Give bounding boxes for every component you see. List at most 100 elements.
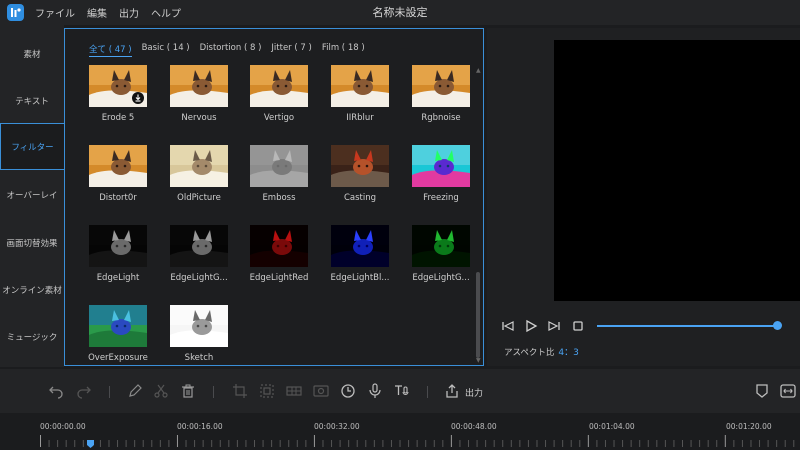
filter-thumbnail[interactable] — [331, 145, 389, 187]
title-bar: ファイル 編集 出力 ヘルプ 名称未設定 — [0, 0, 800, 25]
filter-name: EdgeLightRed — [249, 273, 309, 283]
export-button[interactable]: 出力 — [465, 386, 483, 399]
prev-frame-icon[interactable] — [501, 318, 515, 332]
playback-progress-knob[interactable] — [773, 321, 782, 330]
filter-thumbnail[interactable] — [412, 65, 470, 107]
filter-thumbnail[interactable] — [170, 305, 228, 347]
cut-icon[interactable] — [153, 383, 169, 399]
filter-thumbnail[interactable] — [331, 225, 389, 267]
sidebar-item-music[interactable]: ミュージック — [0, 313, 64, 360]
microphone-icon[interactable] — [367, 383, 383, 399]
aspect-ratio-label: アスペクト比 — [504, 348, 555, 358]
filter-item[interactable]: EdgeLightRed — [250, 225, 314, 285]
filter-name: Erode 5 — [101, 113, 135, 123]
filter-name: OldPicture — [177, 193, 221, 203]
timeline[interactable]: 00:00:00.00 00:00:16.00 00:00:32.00 00:0… — [0, 413, 800, 450]
menu-file[interactable]: ファイル — [35, 5, 75, 20]
sidebar-item-overlay[interactable]: オーバーレイ — [0, 171, 64, 218]
next-frame-icon[interactable] — [547, 318, 561, 332]
filter-thumbnail[interactable] — [250, 65, 308, 107]
tab-jitter[interactable]: Jitter ( 7 ) — [271, 43, 311, 57]
filter-item[interactable]: Vertigo — [250, 65, 314, 125]
filter-thumbnail[interactable] — [89, 225, 147, 267]
fit-timeline-icon[interactable] — [780, 383, 796, 399]
filter-item[interactable]: Rgbnoise — [412, 65, 476, 125]
edit-toolbar: 出力 — [0, 369, 800, 413]
edit-pencil-icon[interactable] — [127, 383, 143, 399]
delete-icon[interactable] — [180, 383, 196, 399]
mosaic-icon[interactable] — [286, 383, 302, 399]
sidebar-item-label: オーバーレイ — [6, 190, 58, 201]
scroll-down-icon[interactable]: ▼ — [476, 357, 481, 364]
tab-all[interactable]: 全て ( 47 ) — [89, 43, 132, 57]
filter-item[interactable]: EdgeLightBl... — [331, 225, 395, 285]
menu-export[interactable]: 出力 — [119, 5, 139, 20]
filter-thumbnail[interactable] — [170, 65, 228, 107]
filter-name: EdgeLight — [96, 273, 140, 283]
sidebar-item-online-media[interactable]: オンライン素材 — [0, 266, 64, 313]
filter-item[interactable]: Freezing — [412, 145, 476, 205]
filter-item[interactable]: OldPicture — [170, 145, 234, 205]
marker-icon[interactable] — [754, 383, 770, 399]
tab-film[interactable]: Film ( 18 ) — [322, 43, 365, 57]
sidebar-item-transitions[interactable]: 画面切替効果 — [0, 219, 64, 266]
filter-thumbnail[interactable] — [170, 145, 228, 187]
playhead[interactable] — [87, 433, 94, 448]
filter-name: Sketch — [184, 353, 214, 363]
text-to-speech-icon[interactable] — [394, 383, 410, 399]
filter-thumbnail[interactable] — [412, 145, 470, 187]
filter-item[interactable]: Casting — [331, 145, 395, 205]
filter-item[interactable]: IIRblur — [331, 65, 395, 125]
filter-item[interactable]: EdgeLightG... — [170, 225, 234, 285]
redo-icon[interactable] — [76, 383, 92, 399]
menu-edit[interactable]: 編集 — [87, 5, 107, 20]
playback-progress-bar[interactable] — [597, 325, 777, 327]
sidebar: 素材 テキスト フィルター オーバーレイ 画面切替効果 オンライン素材 ミュージ… — [0, 25, 64, 367]
filter-item[interactable]: Distort0r — [89, 145, 153, 205]
filter-item[interactable]: EdgeLightG... — [412, 225, 476, 285]
filter-thumbnail[interactable] — [89, 65, 147, 107]
resize-icon[interactable] — [259, 383, 275, 399]
filter-item[interactable]: Erode 5 — [89, 65, 153, 125]
freeze-frame-icon[interactable] — [313, 383, 329, 399]
scrollbar[interactable]: ▲ ▼ — [476, 67, 481, 364]
filter-name: Rgbnoise — [421, 113, 461, 123]
sidebar-item-text[interactable]: テキスト — [0, 77, 64, 124]
filter-item[interactable]: Sketch — [170, 305, 234, 365]
download-icon[interactable] — [132, 92, 144, 104]
sidebar-item-filter[interactable]: フィルター — [0, 123, 64, 170]
filter-tabs: 全て ( 47 ) Basic ( 14 ) Distortion ( 8 ) … — [89, 43, 365, 57]
filter-item[interactable]: OverExposure — [88, 305, 153, 365]
filter-thumbnail[interactable] — [250, 225, 308, 267]
filter-panel: 全て ( 47 ) Basic ( 14 ) Distortion ( 8 ) … — [64, 28, 484, 366]
sidebar-item-label: 画面切替効果 — [6, 238, 58, 249]
stop-icon[interactable] — [571, 318, 585, 332]
crop-icon[interactable] — [232, 383, 248, 399]
preview-pane: アスペクト比 4：3 — [487, 28, 800, 366]
export-icon[interactable] — [444, 383, 460, 399]
filter-item[interactable]: Nervous — [170, 65, 234, 125]
filter-item[interactable]: EdgeLight — [89, 225, 153, 285]
aspect-ratio[interactable]: アスペクト比 4：3 — [504, 345, 579, 358]
menu-help[interactable]: ヘルプ — [151, 5, 181, 20]
filter-thumbnail[interactable] — [89, 145, 147, 187]
timeline-ruler[interactable] — [40, 435, 800, 447]
filter-name: Freezing — [423, 193, 459, 203]
filter-thumbnail[interactable] — [250, 145, 308, 187]
speed-clock-icon[interactable] — [340, 383, 356, 399]
sidebar-item-media[interactable]: 素材 — [0, 30, 64, 77]
filter-thumbnail[interactable] — [412, 225, 470, 267]
filter-name: Emboss — [262, 193, 296, 203]
play-icon[interactable] — [524, 318, 538, 333]
undo-icon[interactable] — [48, 383, 64, 399]
filter-thumbnail[interactable] — [331, 65, 389, 107]
filter-thumbnail[interactable] — [170, 225, 228, 267]
filter-name: Vertigo — [263, 113, 295, 123]
tab-basic[interactable]: Basic ( 14 ) — [142, 43, 190, 57]
filter-item[interactable]: Emboss — [250, 145, 314, 205]
filter-thumbnail[interactable] — [89, 305, 147, 347]
tab-distortion[interactable]: Distortion ( 8 ) — [200, 43, 262, 57]
scroll-thumb[interactable] — [476, 272, 480, 358]
scroll-up-icon[interactable]: ▲ — [476, 67, 481, 74]
sidebar-item-label: フィルター — [11, 142, 54, 153]
